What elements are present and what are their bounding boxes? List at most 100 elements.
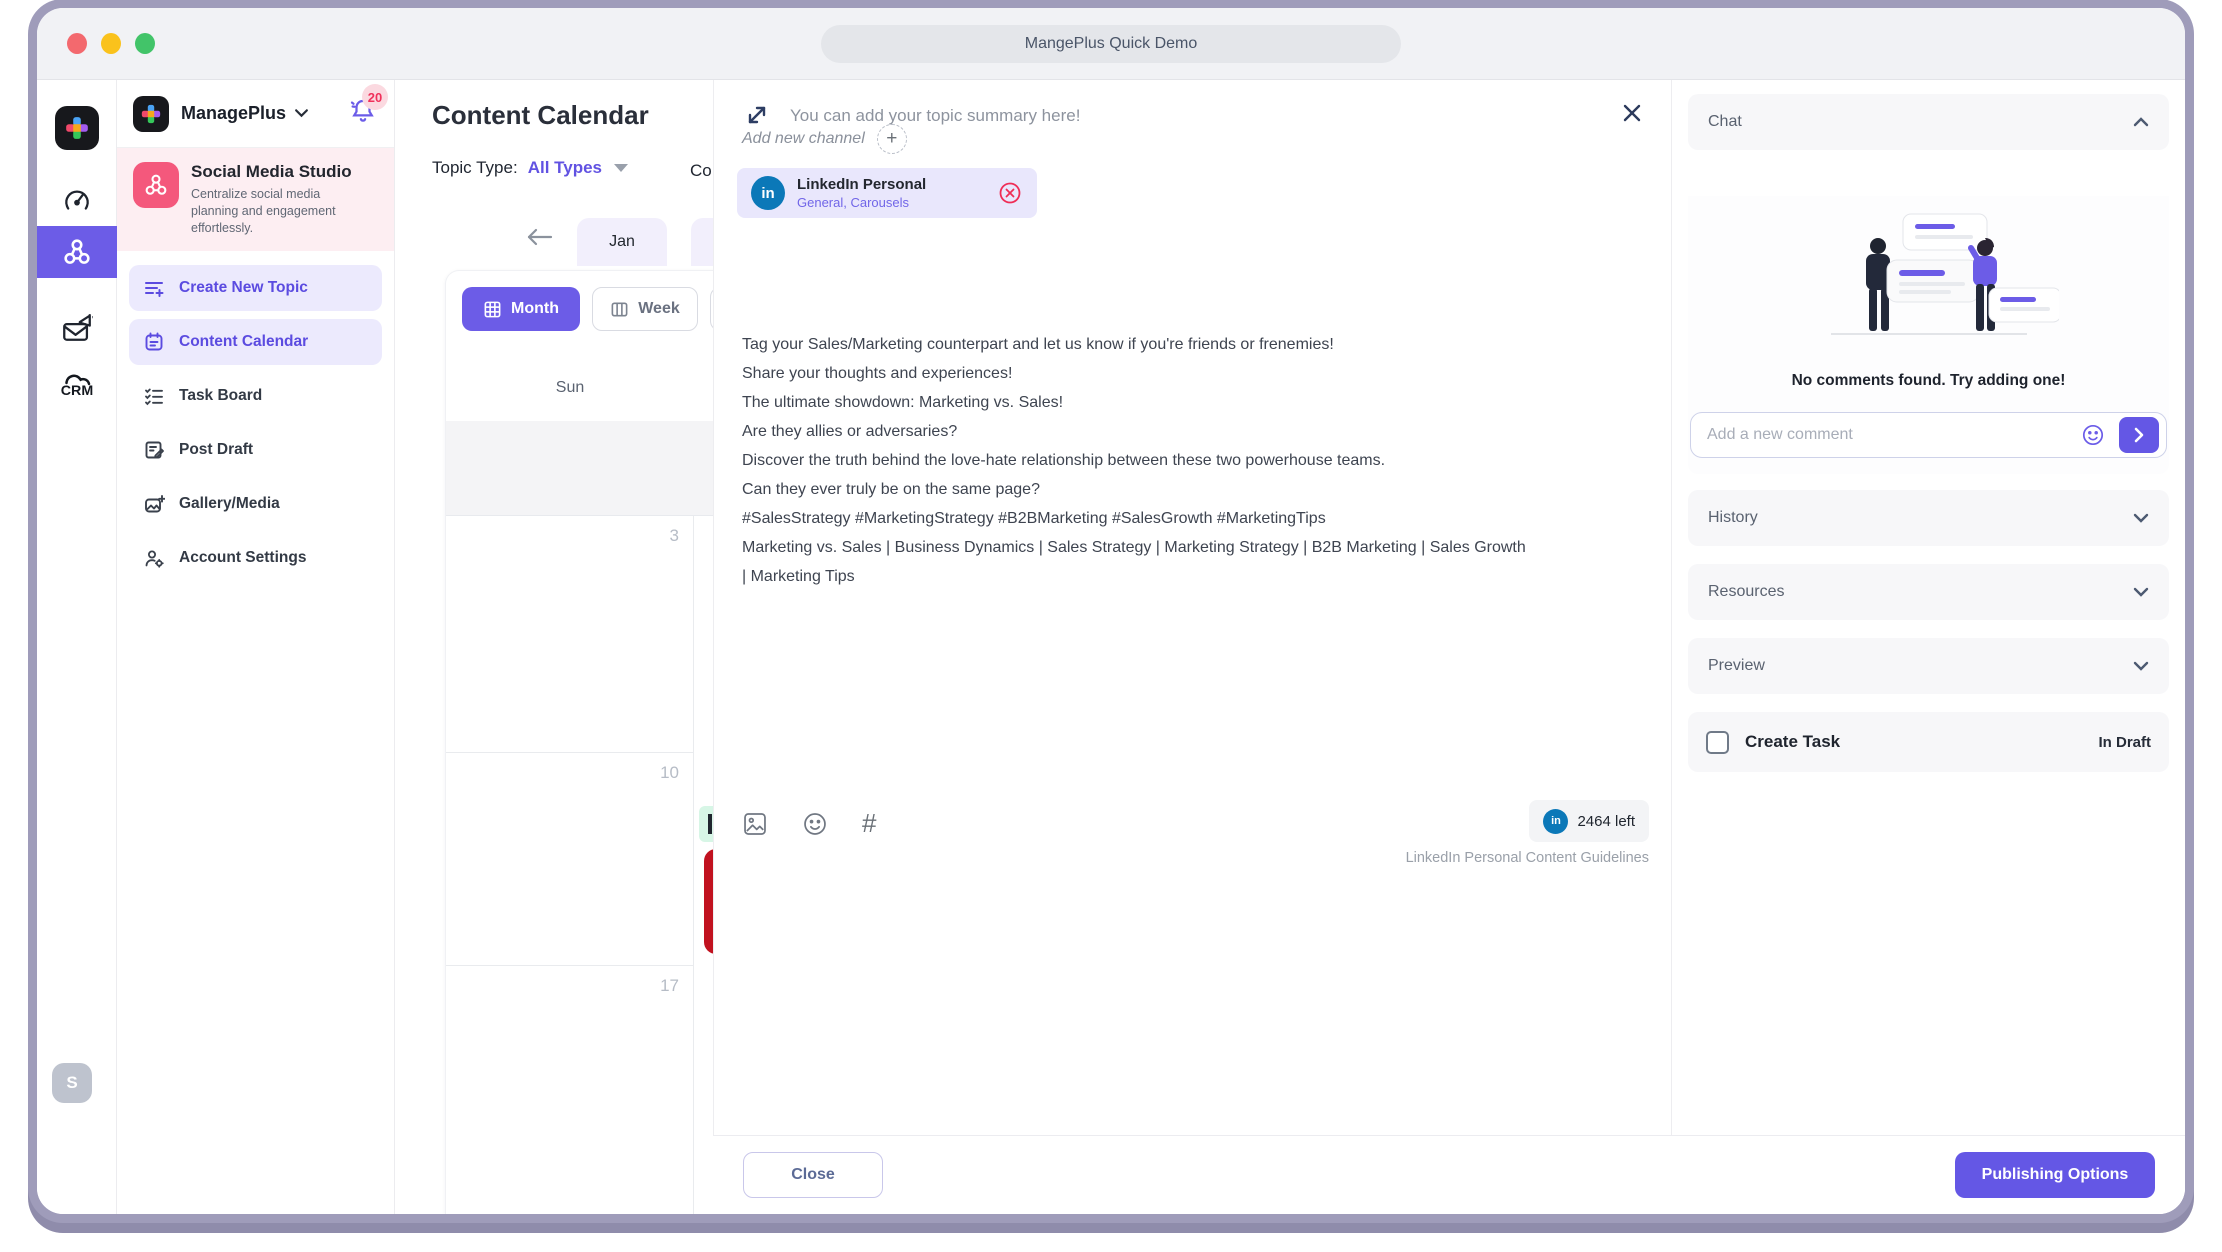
notification-badge: 20 <box>362 84 388 110</box>
emoji-icon <box>802 811 828 837</box>
chat-section-header[interactable]: Chat <box>1688 94 2169 150</box>
publishing-options-button[interactable]: Publishing Options <box>1955 1152 2155 1198</box>
zoom-window-button[interactable] <box>135 33 155 54</box>
channel-tags: General, Carousels <box>797 195 926 210</box>
comment-emoji-button[interactable] <box>2081 423 2105 447</box>
channel-chip-linkedin[interactable]: in LinkedIn Personal General, Carousels <box>737 168 1037 218</box>
tab-month-jan[interactable]: Jan <box>577 218 667 266</box>
notifications-button[interactable]: 20 <box>348 96 378 131</box>
sidebar-item-post-draft[interactable]: Post Draft <box>129 427 382 473</box>
titlebar: MangePlus Quick Demo <box>37 8 2185 80</box>
close-icon <box>1621 102 1643 124</box>
icon-rail: CRM <box>37 80 117 1214</box>
sidebar-item-content-calendar[interactable]: Content Calendar <box>129 319 382 365</box>
sidebar: ManagePlus 20 Social Media Studio Centra… <box>117 80 395 1214</box>
insert-emoji-button[interactable] <box>802 811 828 837</box>
add-channel-label: Add new channel <box>742 130 865 148</box>
post-body-editor[interactable]: Tag your Sales/Marketing counterpart and… <box>742 330 1532 591</box>
view-toggle-month[interactable]: Month <box>462 287 580 331</box>
chevron-down-icon <box>294 108 309 118</box>
linkedin-icon: in <box>1543 809 1568 834</box>
chat-title: Chat <box>1708 113 1742 131</box>
create-task-row: Create Task In Draft <box>1688 712 2169 772</box>
resources-section-header[interactable]: Resources <box>1688 564 2169 620</box>
close-window-button[interactable] <box>67 33 87 54</box>
speedometer-icon <box>61 184 93 216</box>
sidebar-item-task-board[interactable]: Task Board <box>129 373 382 419</box>
social-studio-icon <box>60 235 94 269</box>
rail-item-crm[interactable]: CRM <box>37 364 117 402</box>
preview-section: Preview <box>1688 638 2169 694</box>
emoji-icon <box>2081 423 2105 447</box>
studio-card[interactable]: Social Media Studio Centralize social me… <box>117 148 394 251</box>
create-task-label: Create Task <box>1745 732 1840 752</box>
linkedin-icon: in <box>751 176 785 210</box>
remove-circle-icon <box>997 180 1023 206</box>
comment-input-row <box>1690 412 2167 458</box>
support-widget-button[interactable]: S <box>52 1063 92 1103</box>
traffic-lights <box>67 33 155 54</box>
channel-name: LinkedIn Personal <box>797 176 926 193</box>
task-list-icon <box>143 385 165 407</box>
social-studio-icon <box>133 162 179 208</box>
preview-title: Preview <box>1708 657 1765 675</box>
menu-label: Gallery/Media <box>179 495 280 513</box>
topic-type-value[interactable]: All Types <box>528 158 602 178</box>
insert-hashtag-button[interactable]: # <box>862 808 876 839</box>
add-channel-row: Add new channel + <box>742 124 907 154</box>
weekday-header-sun: Sun <box>446 379 694 397</box>
gallery-icon <box>143 493 165 515</box>
chat-body: No comments found. Try adding one! <box>1688 196 2169 474</box>
sidebar-item-account-settings[interactable]: Account Settings <box>129 535 382 581</box>
workspace-switcher[interactable] <box>294 105 309 123</box>
content-guidelines-link[interactable]: LinkedIn Personal Content Guidelines <box>1406 850 1649 866</box>
remove-channel-button[interactable] <box>997 180 1023 206</box>
draft-icon <box>143 439 165 461</box>
create-task-checkbox[interactable] <box>1706 731 1729 754</box>
menu-label: Account Settings <box>179 549 306 567</box>
chat-empty-message: No comments found. Try adding one! <box>1688 372 2169 390</box>
preview-section-header[interactable]: Preview <box>1688 638 2169 694</box>
char-counter: in 2464 left <box>1529 800 1649 842</box>
previous-month-button[interactable] <box>523 226 557 253</box>
truncated-filter-label: Co <box>690 161 712 181</box>
window-title: MangePlus Quick Demo <box>821 25 1401 63</box>
chevron-down-icon <box>2133 513 2149 523</box>
minimize-window-button[interactable] <box>101 33 121 54</box>
calendar-day-cell[interactable]: 3 <box>446 516 694 753</box>
studio-description: Centralize social media planning and eng… <box>191 186 351 237</box>
sidebar-item-create-new-topic[interactable]: Create New Topic <box>129 265 382 311</box>
day-number: 3 <box>670 526 679 546</box>
calendar-day-cell[interactable]: 10 <box>446 753 694 966</box>
crm-cloud-icon: CRM <box>56 364 98 402</box>
view-toggle-week[interactable]: Week <box>592 287 698 331</box>
calendar-day-cell[interactable]: 17 <box>446 966 694 1214</box>
grid-icon <box>483 300 502 319</box>
account-settings-icon <box>143 547 165 569</box>
app-logo[interactable] <box>37 106 117 150</box>
image-icon <box>742 811 768 837</box>
rail-item-dashboard[interactable] <box>37 184 117 216</box>
day-number: 17 <box>660 976 679 996</box>
insert-image-button[interactable] <box>742 811 768 837</box>
send-comment-button[interactable] <box>2119 417 2159 453</box>
sidebar-menu: Create New Topic Content Calendar Task B… <box>117 251 394 595</box>
columns-icon <box>610 300 629 319</box>
close-button[interactable]: Close <box>743 1152 883 1198</box>
chevron-up-icon <box>2133 117 2149 127</box>
rail-item-social-studio[interactable] <box>37 226 117 278</box>
right-panel: Chat <box>1672 80 2185 1135</box>
topic-type-label: Topic Type: <box>432 158 518 178</box>
close-modal-button[interactable] <box>1621 102 1643 129</box>
brand-name: ManagePlus <box>181 103 286 124</box>
editor-toolbar: # <box>742 808 876 839</box>
topic-editor-modal: You can add your topic summary here! Add… <box>713 80 1672 1135</box>
rail-item-campaigns[interactable] <box>37 310 117 344</box>
calendar-icon <box>143 331 165 353</box>
sidebar-item-gallery-media[interactable]: Gallery/Media <box>129 481 382 527</box>
history-section-header[interactable]: History <box>1688 490 2169 546</box>
topic-summary-hint[interactable]: You can add your topic summary here! <box>790 106 1080 126</box>
view-week-label: Week <box>638 300 680 318</box>
add-channel-button[interactable]: + <box>877 124 907 154</box>
task-status-badge: In Draft <box>2099 734 2152 751</box>
